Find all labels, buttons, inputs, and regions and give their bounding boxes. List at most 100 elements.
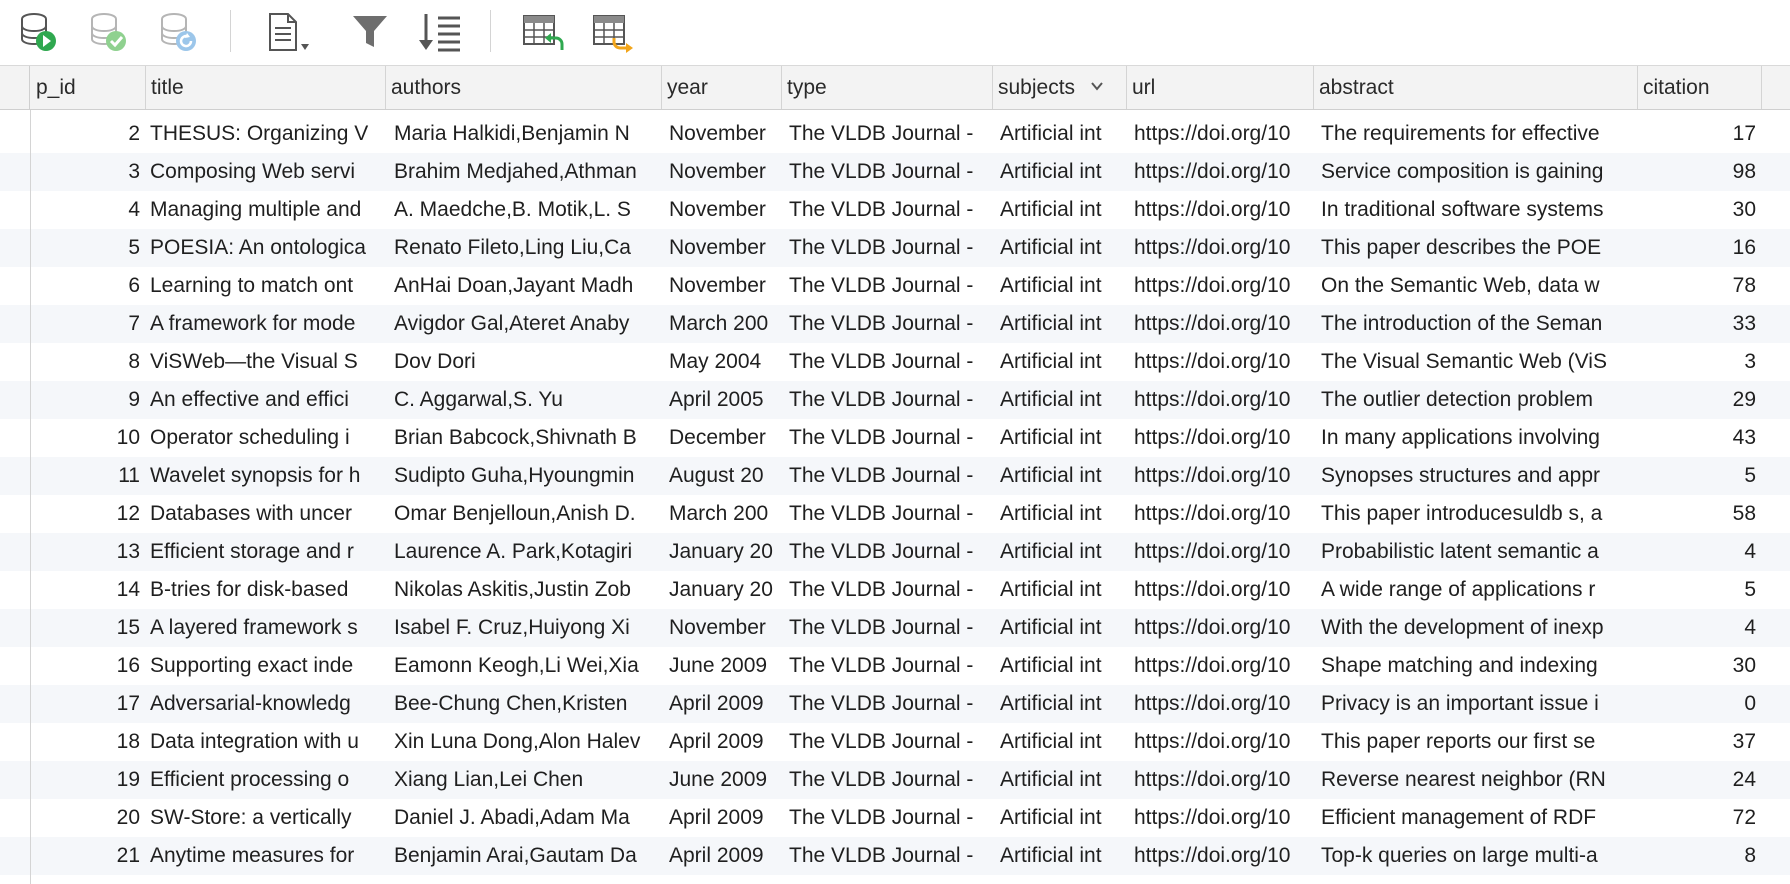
cell-url[interactable]: https://doi.org/10 bbox=[1130, 267, 1314, 305]
cell-url[interactable]: https://doi.org/10 bbox=[1130, 229, 1314, 267]
cell-title[interactable]: Databases with uncer bbox=[146, 495, 386, 533]
cell-title[interactable]: A layered framework s bbox=[146, 609, 386, 647]
cell-title[interactable]: Wavelet synopsis for h bbox=[146, 457, 386, 495]
cell-authors[interactable]: Eamonn Keogh,Li Wei,Xia bbox=[390, 647, 662, 685]
cell-subjects[interactable]: Artificial int bbox=[996, 761, 1127, 799]
table-row[interactable]: 3 Composing Web servi Brahim Medjahed,Athm… bbox=[0, 153, 1790, 191]
cell-title[interactable]: Efficient storage and r bbox=[146, 533, 386, 571]
cell-url[interactable]: https://doi.org/10 bbox=[1130, 761, 1314, 799]
cell-type[interactable]: The VLDB Journal - bbox=[785, 609, 993, 647]
cell-p-id[interactable]: 17 bbox=[31, 685, 146, 723]
cell-year[interactable]: April 2009 bbox=[665, 837, 782, 875]
cell-authors[interactable]: Dov Dori bbox=[390, 343, 662, 381]
cell-subjects[interactable]: Artificial int bbox=[996, 495, 1127, 533]
cell-year[interactable]: August 20 bbox=[665, 457, 782, 495]
cell-p-id[interactable]: 11 bbox=[31, 457, 146, 495]
cell-p-id[interactable]: 2 bbox=[31, 115, 146, 153]
cell-type[interactable]: The VLDB Journal - bbox=[785, 229, 993, 267]
cell-type[interactable]: The VLDB Journal - bbox=[785, 761, 993, 799]
table-row[interactable]: 17 Adversarial-knowledg Bee-Chung Chen,Kri… bbox=[0, 685, 1790, 723]
cell-url[interactable]: https://doi.org/10 bbox=[1130, 837, 1314, 875]
cell-year[interactable]: March 200 bbox=[665, 495, 782, 533]
cell-p-id[interactable]: 14 bbox=[31, 571, 146, 609]
cell-abstract[interactable]: A wide range of applications r bbox=[1317, 571, 1638, 609]
cell-type[interactable]: The VLDB Journal - bbox=[785, 571, 993, 609]
cell-title[interactable]: THESUS: Organizing V bbox=[146, 115, 386, 153]
cell-authors[interactable]: Maria Halkidi,Benjamin N bbox=[390, 115, 662, 153]
cell-url[interactable]: https://doi.org/10 bbox=[1130, 685, 1314, 723]
cell-subjects[interactable]: Artificial int bbox=[996, 799, 1127, 837]
cell-title[interactable]: SW-Store: a vertically bbox=[146, 799, 386, 837]
export-document-button[interactable] bbox=[262, 8, 314, 56]
cell-citation[interactable]: 4 bbox=[1638, 609, 1762, 647]
cell-abstract[interactable]: With the development of inexp bbox=[1317, 609, 1638, 647]
column-header-p-id[interactable]: p_id bbox=[31, 66, 146, 109]
cell-title[interactable]: Supporting exact inde bbox=[146, 647, 386, 685]
column-header-year[interactable]: year bbox=[662, 66, 782, 109]
column-header-type[interactable]: type bbox=[782, 66, 993, 109]
cell-citation[interactable]: 58 bbox=[1638, 495, 1762, 533]
cell-authors[interactable]: Nikolas Askitis,Justin Zob bbox=[390, 571, 662, 609]
cell-authors[interactable]: Renato Fileto,Ling Liu,Ca bbox=[390, 229, 662, 267]
table-row[interactable]: 15 A layered framework s Isabel F. Cruz,Hu… bbox=[0, 609, 1790, 647]
cell-year[interactable]: November bbox=[665, 609, 782, 647]
cell-url[interactable]: https://doi.org/10 bbox=[1130, 609, 1314, 647]
cell-type[interactable]: The VLDB Journal - bbox=[785, 115, 993, 153]
cell-p-id[interactable]: 20 bbox=[31, 799, 146, 837]
cell-url[interactable]: https://doi.org/10 bbox=[1130, 305, 1314, 343]
table-row[interactable]: 4 Managing multiple and A. Maedche,B. Moti… bbox=[0, 191, 1790, 229]
cell-authors[interactable]: Benjamin Arai,Gautam Da bbox=[390, 837, 662, 875]
cell-abstract[interactable]: The requirements for effective bbox=[1317, 115, 1638, 153]
cell-url[interactable]: https://doi.org/10 bbox=[1130, 723, 1314, 761]
cell-type[interactable]: The VLDB Journal - bbox=[785, 153, 993, 191]
column-header-abstract[interactable]: abstract bbox=[1314, 66, 1638, 109]
cell-abstract[interactable]: The introduction of the Seman bbox=[1317, 305, 1638, 343]
cell-year[interactable]: June 2009 bbox=[665, 761, 782, 799]
cell-abstract[interactable]: Probabilistic latent semantic a bbox=[1317, 533, 1638, 571]
cell-title[interactable]: Composing Web servi bbox=[146, 153, 386, 191]
cell-title[interactable]: Learning to match ont bbox=[146, 267, 386, 305]
cell-subjects[interactable]: Artificial int bbox=[996, 533, 1127, 571]
cell-authors[interactable]: Omar Benjelloun,Anish D. bbox=[390, 495, 662, 533]
cell-abstract[interactable]: This paper reports our first se bbox=[1317, 723, 1638, 761]
run-query-button[interactable] bbox=[12, 8, 64, 56]
cell-type[interactable]: The VLDB Journal - bbox=[785, 647, 993, 685]
cell-authors[interactable]: AnHai Doan,Jayant Madh bbox=[390, 267, 662, 305]
cell-authors[interactable]: Bee-Chung Chen,Kristen bbox=[390, 685, 662, 723]
cell-type[interactable]: The VLDB Journal - bbox=[785, 723, 993, 761]
cell-title[interactable]: ViSWeb—the Visual S bbox=[146, 343, 386, 381]
cell-abstract[interactable]: Top-k queries on large multi-a bbox=[1317, 837, 1638, 875]
cell-citation[interactable]: 30 bbox=[1638, 191, 1762, 229]
cell-abstract[interactable]: The outlier detection problem bbox=[1317, 381, 1638, 419]
cell-url[interactable]: https://doi.org/10 bbox=[1130, 191, 1314, 229]
cell-subjects[interactable]: Artificial int bbox=[996, 343, 1127, 381]
table-row[interactable]: 7A framework for mode Avigdor Gal,Ateret … bbox=[0, 305, 1790, 343]
table-row[interactable]: 2 THESUS: Organizing V Maria Halkidi,Benja… bbox=[0, 115, 1790, 153]
cell-citation[interactable]: 37 bbox=[1638, 723, 1762, 761]
import-table-button[interactable] bbox=[516, 8, 568, 56]
cell-year[interactable]: March 200 bbox=[665, 305, 782, 343]
sort-button[interactable] bbox=[414, 8, 466, 56]
cell-subjects[interactable]: Artificial int bbox=[996, 609, 1127, 647]
cell-url[interactable]: https://doi.org/10 bbox=[1130, 343, 1314, 381]
cell-year[interactable]: April 2005 bbox=[665, 381, 782, 419]
cell-subjects[interactable]: Artificial int bbox=[996, 571, 1127, 609]
cell-year[interactable]: April 2009 bbox=[665, 799, 782, 837]
cell-title[interactable]: B-tries for disk-based bbox=[146, 571, 386, 609]
table-row[interactable]: 13 Efficient storage and r Laurence A. Par… bbox=[0, 533, 1790, 571]
cell-subjects[interactable]: Artificial int bbox=[996, 723, 1127, 761]
cell-abstract[interactable]: Shape matching and indexing bbox=[1317, 647, 1638, 685]
table-row[interactable]: 12 Databases with uncer Omar Benjelloun,An… bbox=[0, 495, 1790, 533]
cell-type[interactable]: The VLDB Journal - bbox=[785, 533, 993, 571]
table-row[interactable]: 18 Data integration with u Xin Luna Dong,A… bbox=[0, 723, 1790, 761]
cell-p-id[interactable]: 13 bbox=[31, 533, 146, 571]
cell-citation[interactable]: 5 bbox=[1638, 571, 1762, 609]
cell-url[interactable]: https://doi.org/10 bbox=[1130, 153, 1314, 191]
cell-abstract[interactable]: In many applications involving bbox=[1317, 419, 1638, 457]
cell-abstract[interactable]: This paper describes the POE bbox=[1317, 229, 1638, 267]
export-table-button[interactable] bbox=[586, 8, 638, 56]
cell-p-id[interactable]: 7 bbox=[31, 305, 146, 343]
cell-citation[interactable]: 29 bbox=[1638, 381, 1762, 419]
cell-year[interactable]: November bbox=[665, 229, 782, 267]
cell-abstract[interactable]: Privacy is an important issue i bbox=[1317, 685, 1638, 723]
